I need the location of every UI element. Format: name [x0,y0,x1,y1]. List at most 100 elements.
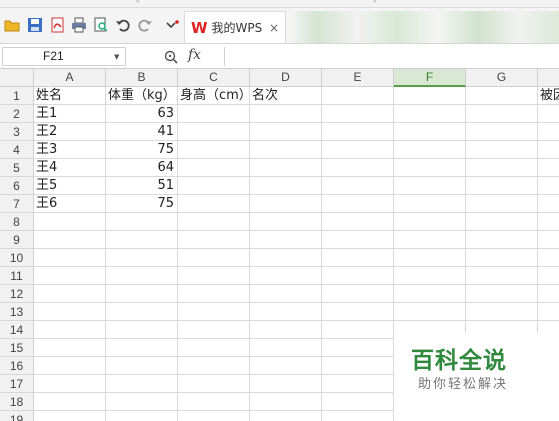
cell-a2[interactable]: 王1 [34,105,106,123]
grid-cell[interactable] [394,87,466,105]
grid-cell[interactable] [322,141,394,159]
grid-cell[interactable] [178,339,250,357]
grid-cell[interactable] [538,213,559,231]
grid-cell[interactable] [394,267,466,285]
grid-cell[interactable] [178,249,250,267]
close-icon[interactable]: × [269,21,279,35]
grid-cell[interactable] [322,123,394,141]
grid-cell[interactable] [250,123,322,141]
cell-d1[interactable]: 名次 [250,87,322,105]
grid-cell[interactable] [250,177,322,195]
grid-cell[interactable] [34,339,106,357]
grid-cell[interactable] [178,141,250,159]
grid-cell[interactable] [466,195,538,213]
open-folder-icon[interactable] [4,17,20,33]
grid-cell[interactable] [178,411,250,421]
grid-cell[interactable] [538,123,559,141]
grid-cell[interactable] [538,195,559,213]
grid-cell[interactable] [106,231,178,249]
grid-cell[interactable] [394,177,466,195]
cell-a4[interactable]: 王3 [34,141,106,159]
select-all-corner[interactable] [0,69,34,87]
export-pdf-icon[interactable] [50,17,66,33]
grid-cell[interactable] [250,393,322,411]
row-header-12[interactable]: 12 [0,285,34,303]
grid-cell[interactable] [394,123,466,141]
row-header-17[interactable]: 17 [0,375,34,393]
row-header-7[interactable]: 7 [0,195,34,213]
grid-cell[interactable] [250,249,322,267]
grid-cell[interactable] [394,195,466,213]
grid-cell[interactable] [538,105,559,123]
grid-cell[interactable] [322,321,394,339]
grid-cell[interactable] [106,357,178,375]
formula-input[interactable] [224,47,559,66]
grid-cell[interactable] [106,213,178,231]
grid-cell[interactable] [250,105,322,123]
grid-cell[interactable] [106,411,178,421]
cell-h1[interactable]: 被因 [538,87,559,105]
grid-cell[interactable] [178,231,250,249]
grid-cell[interactable] [538,141,559,159]
cell-b4[interactable]: 75 [106,141,178,159]
grid-cell[interactable] [34,213,106,231]
grid-cell[interactable] [178,357,250,375]
grid-cell[interactable] [178,105,250,123]
grid-cell[interactable] [322,249,394,267]
grid-cell[interactable] [322,411,394,421]
column-header-d[interactable]: D [250,69,322,87]
grid-cell[interactable] [250,159,322,177]
grid-cell[interactable] [250,375,322,393]
grid-cell[interactable] [250,195,322,213]
grid-cell[interactable] [466,249,538,267]
grid-cell[interactable] [34,231,106,249]
grid-cell[interactable] [106,321,178,339]
row-header-1[interactable]: 1 [0,87,34,105]
column-header-g[interactable]: G [466,69,538,87]
cell-b7[interactable]: 75 [106,195,178,213]
grid-cell[interactable] [250,285,322,303]
grid-cell[interactable] [394,159,466,177]
row-header-9[interactable]: 9 [0,231,34,249]
grid-cell[interactable] [106,339,178,357]
cell-a5[interactable]: 王4 [34,159,106,177]
grid-cell[interactable] [178,303,250,321]
grid-cell[interactable] [322,87,394,105]
row-header-19[interactable]: 19 [0,411,34,421]
grid-cell[interactable] [322,393,394,411]
cell-a1[interactable]: 姓名 [34,87,106,105]
row-header-3[interactable]: 3 [0,123,34,141]
grid-cell[interactable] [466,87,538,105]
grid-cell[interactable] [178,285,250,303]
grid-cell[interactable] [538,177,559,195]
grid-cell[interactable] [538,303,559,321]
grid-cell[interactable] [250,321,322,339]
grid-cell[interactable] [322,213,394,231]
row-header-4[interactable]: 4 [0,141,34,159]
grid-cell[interactable] [106,393,178,411]
grid-cell[interactable] [250,339,322,357]
grid-cell[interactable] [466,285,538,303]
grid-cell[interactable] [538,231,559,249]
cell-b3[interactable]: 41 [106,123,178,141]
grid-cell[interactable] [178,267,250,285]
row-header-8[interactable]: 8 [0,213,34,231]
grid-cell[interactable] [178,159,250,177]
grid-cell[interactable] [178,213,250,231]
row-header-18[interactable]: 18 [0,393,34,411]
grid-cell[interactable] [322,105,394,123]
grid-cell[interactable] [106,267,178,285]
grid-cell[interactable] [178,321,250,339]
grid-cell[interactable] [322,231,394,249]
grid-cell[interactable] [466,267,538,285]
row-header-16[interactable]: 16 [0,357,34,375]
cell-b5[interactable]: 64 [106,159,178,177]
grid-cell[interactable] [34,321,106,339]
column-header-a[interactable]: A [34,69,106,87]
cell-a7[interactable]: 王6 [34,195,106,213]
column-header-h[interactable] [538,69,559,87]
save-icon[interactable] [27,17,43,33]
row-header-5[interactable]: 5 [0,159,34,177]
grid-cell[interactable] [34,303,106,321]
grid-cell[interactable] [250,267,322,285]
